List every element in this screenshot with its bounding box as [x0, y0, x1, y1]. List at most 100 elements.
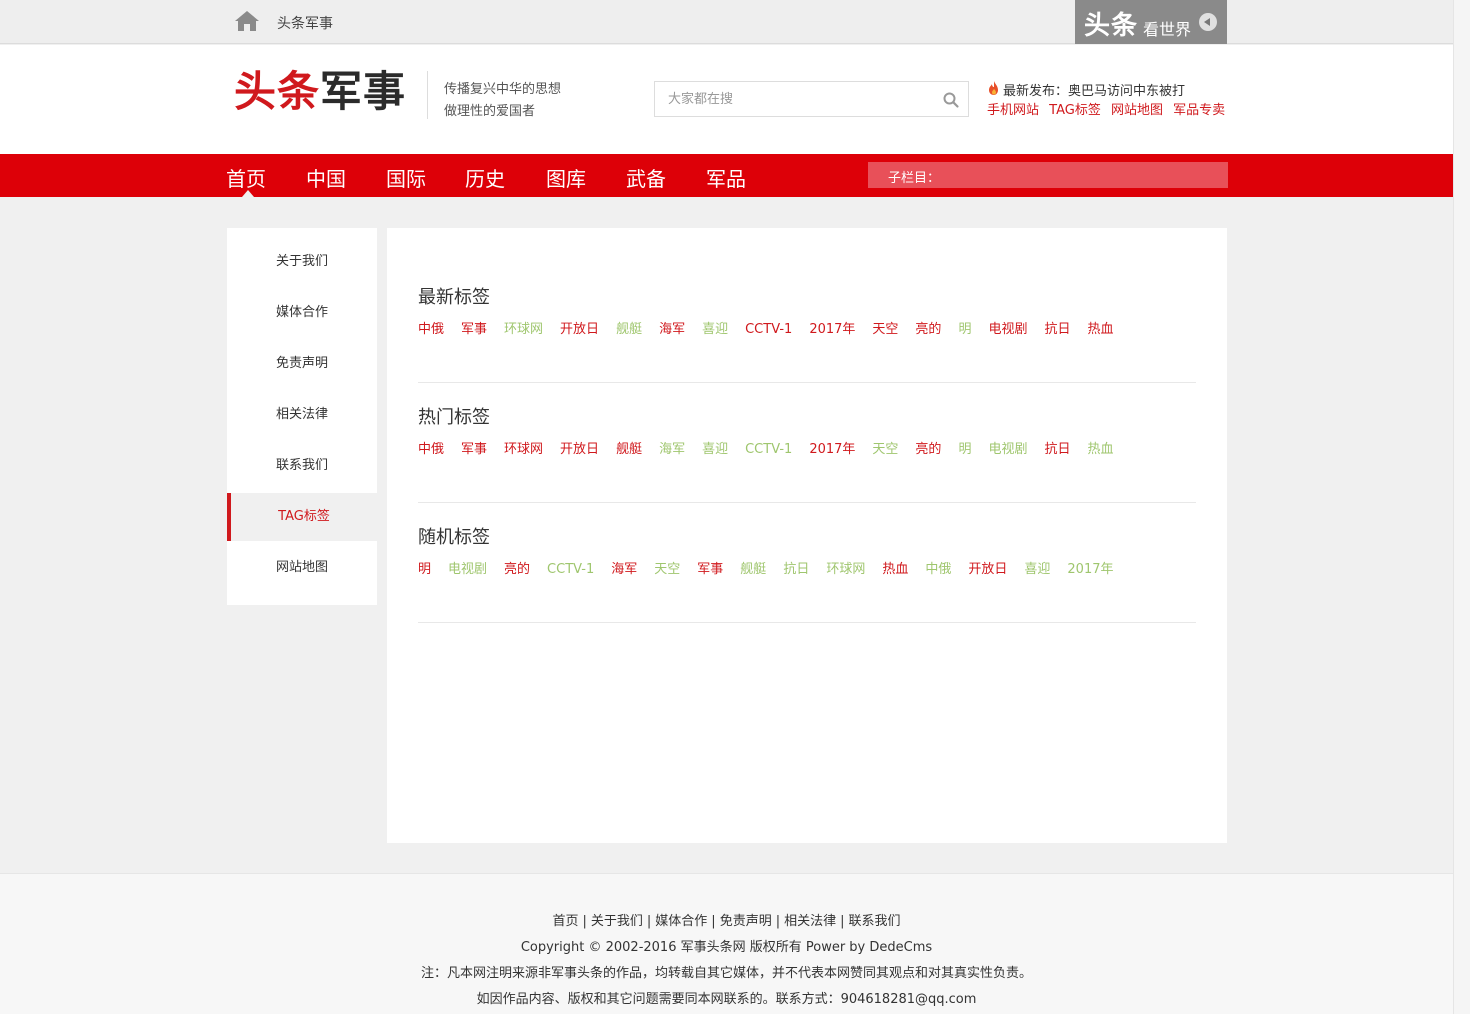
- tag-link[interactable]: 海军: [611, 554, 637, 586]
- footer-link-disclaimer[interactable]: 免责声明: [720, 914, 772, 929]
- tag-link[interactable]: 亮的: [915, 314, 941, 346]
- sidebar-item-tags[interactable]: TAG标签: [227, 493, 377, 541]
- tag-link[interactable]: 热血: [1087, 434, 1113, 466]
- tag-link[interactable]: 舰艇: [616, 314, 642, 346]
- quick-link-shop[interactable]: 军品专卖: [1173, 103, 1225, 118]
- footer: 首页 | 关于我们 | 媒体合作 | 免责声明 | 相关法律 | 联系我们 Copyright © …: [0, 873, 1453, 1014]
- quick-link-mobile[interactable]: 手机网站: [987, 103, 1039, 118]
- tag-link[interactable]: 抗日: [783, 554, 809, 586]
- nav-item-weapons[interactable]: 武备: [626, 163, 666, 192]
- tag-link[interactable]: CCTV-1: [745, 314, 792, 346]
- tag-link[interactable]: 抗日: [1044, 314, 1070, 346]
- tag-link[interactable]: 中俄: [418, 434, 444, 466]
- collapse-arrow-icon[interactable]: [1199, 13, 1217, 31]
- sidebar-item-sitemap[interactable]: 网站地图: [227, 544, 377, 592]
- tag-link[interactable]: 舰艇: [616, 434, 642, 466]
- nav-item-shop[interactable]: 军品: [706, 163, 746, 192]
- tag-list-latest: 中俄 军事 环球网 开放日 舰艇 海军 喜迎 CCTV-1 2017年 天空 亮的明电视剧 抗日 热血: [418, 314, 1168, 346]
- tag-link[interactable]: 明: [958, 434, 971, 466]
- footer-note: 注：凡本网注明来源非军事头条的作品，均转载自其它媒体，并不代表本网赞同其观点和对…: [420, 966, 1032, 981]
- tag-link[interactable]: 抗日: [1044, 434, 1070, 466]
- sidebar-item-contact[interactable]: 联系我们: [227, 442, 377, 490]
- tag-content: 最新标签 中俄 军事 环球网 开放日 舰艇 海军 喜迎 CCTV-1 2017年 天空 亮的明电视剧…: [387, 228, 1227, 843]
- footer-link-media[interactable]: 媒体合作: [655, 914, 707, 929]
- tag-link[interactable]: 天空: [654, 554, 680, 586]
- subcolumn-label: 子栏目：: [888, 171, 941, 186]
- top-site-link[interactable]: 头条军事: [277, 13, 333, 33]
- tag-link[interactable]: 开放日: [968, 554, 1007, 586]
- tag-link[interactable]: 喜迎: [702, 434, 728, 466]
- tag-link[interactable]: 海军: [659, 434, 685, 466]
- tag-link[interactable]: CCTV-1: [547, 554, 594, 586]
- promo-banner[interactable]: 头条 看世界: [1075, 0, 1227, 44]
- tag-link[interactable]: 2017年: [1067, 554, 1113, 586]
- tag-link[interactable]: 热血: [1087, 314, 1113, 346]
- tag-link[interactable]: 军事: [461, 314, 487, 346]
- nav-item-china[interactable]: 中国: [306, 163, 346, 192]
- sidebar-item-media[interactable]: 媒体合作: [227, 289, 377, 337]
- quick-links: 手机网站 TAG标签 网站地图 军品专卖: [987, 99, 1231, 118]
- tag-link[interactable]: 电视剧: [988, 434, 1027, 466]
- section-title-random: 随机标签: [418, 527, 490, 548]
- search-box: [654, 81, 969, 117]
- site-logo[interactable]: 头条军事: [234, 68, 406, 116]
- nav-active-indicator: [242, 190, 254, 197]
- promo-title: 头条: [1084, 11, 1139, 41]
- tag-link[interactable]: 喜迎: [702, 314, 728, 346]
- tag-link[interactable]: 环球网: [504, 434, 543, 466]
- logo-part2: 军事: [320, 67, 407, 116]
- subcolumn-bar: 子栏目：: [868, 162, 1228, 188]
- tag-link[interactable]: 天空: [872, 314, 898, 346]
- search-icon[interactable]: [942, 91, 960, 109]
- nav-item-home[interactable]: 首页: [226, 163, 266, 192]
- tag-link[interactable]: 明: [958, 314, 971, 346]
- section-divider: [418, 502, 1196, 503]
- tag-link[interactable]: 海军: [659, 314, 685, 346]
- footer-link-contact[interactable]: 联系我们: [849, 914, 901, 929]
- latest-news-link[interactable]: 最新发布：奥巴马访问中东被打: [1003, 80, 1185, 99]
- tag-link[interactable]: CCTV-1: [745, 434, 792, 466]
- main-nav: 首页 中国 国际 历史 图库 武备 军品: [0, 154, 1453, 197]
- tag-link[interactable]: 2017年: [809, 314, 855, 346]
- nav-item-gallery[interactable]: 图库: [546, 163, 586, 192]
- tag-list-random: 明电视剧 亮的 CCTV-1 海军 天空 军事 舰艇 抗日 环球网 热血 中俄 开放日 喜迎 2017年: [418, 554, 1168, 586]
- slogan-line1: 传播复兴中华的思想: [444, 82, 562, 97]
- tag-link[interactable]: 舰艇: [740, 554, 766, 586]
- tag-link[interactable]: 亮的: [915, 434, 941, 466]
- tag-list-hot: 中俄 军事 环球网 开放日 舰艇 海军 喜迎 CCTV-1 2017年 天空 亮的明电视剧 抗日 热血: [418, 434, 1168, 466]
- tag-link[interactable]: 开放日: [560, 314, 599, 346]
- nav-item-history[interactable]: 历史: [465, 163, 505, 192]
- search-input[interactable]: [655, 82, 935, 116]
- footer-links: 首页 | 关于我们 | 媒体合作 | 免责声明 | 相关法律 | 联系我们: [552, 914, 901, 929]
- nav-item-international[interactable]: 国际: [386, 163, 426, 192]
- tag-link[interactable]: 天空: [872, 434, 898, 466]
- footer-link-home[interactable]: 首页: [552, 914, 578, 929]
- tag-link[interactable]: 环球网: [504, 314, 543, 346]
- tag-link[interactable]: 开放日: [560, 434, 599, 466]
- tag-link[interactable]: 电视剧: [988, 314, 1027, 346]
- footer-link-about[interactable]: 关于我们: [591, 914, 643, 929]
- quick-link-tags[interactable]: TAG标签: [1049, 103, 1101, 118]
- footer-link-law[interactable]: 相关法律: [784, 914, 836, 929]
- tag-link[interactable]: 喜迎: [1024, 554, 1050, 586]
- tag-link[interactable]: 中俄: [418, 314, 444, 346]
- tag-link[interactable]: 热血: [882, 554, 908, 586]
- home-icon[interactable]: [234, 9, 260, 33]
- tag-link[interactable]: 中俄: [925, 554, 951, 586]
- footer-contact: 如因作品内容、版权和其它问题需要同本网联系的。联系方式：904618281@qq…: [476, 992, 977, 1007]
- tag-link[interactable]: 亮的: [504, 554, 530, 586]
- tag-link[interactable]: 电视剧: [448, 554, 487, 586]
- tag-link[interactable]: 2017年: [809, 434, 855, 466]
- sidebar-item-disclaimer[interactable]: 免责声明: [227, 340, 377, 388]
- tag-link[interactable]: 军事: [461, 434, 487, 466]
- tag-link[interactable]: 环球网: [826, 554, 865, 586]
- section-divider: [418, 382, 1196, 383]
- sidebar-item-law[interactable]: 相关法律: [227, 391, 377, 439]
- sidebar-item-about[interactable]: 关于我们: [227, 238, 377, 286]
- top-bar: [0, 0, 1453, 44]
- tag-link[interactable]: 军事: [697, 554, 723, 586]
- quick-link-sitemap[interactable]: 网站地图: [1111, 103, 1163, 118]
- slogan-line2: 做理性的爱国者: [444, 104, 536, 119]
- scrollbar[interactable]: [1453, 0, 1470, 1014]
- tag-link[interactable]: 明: [418, 554, 431, 586]
